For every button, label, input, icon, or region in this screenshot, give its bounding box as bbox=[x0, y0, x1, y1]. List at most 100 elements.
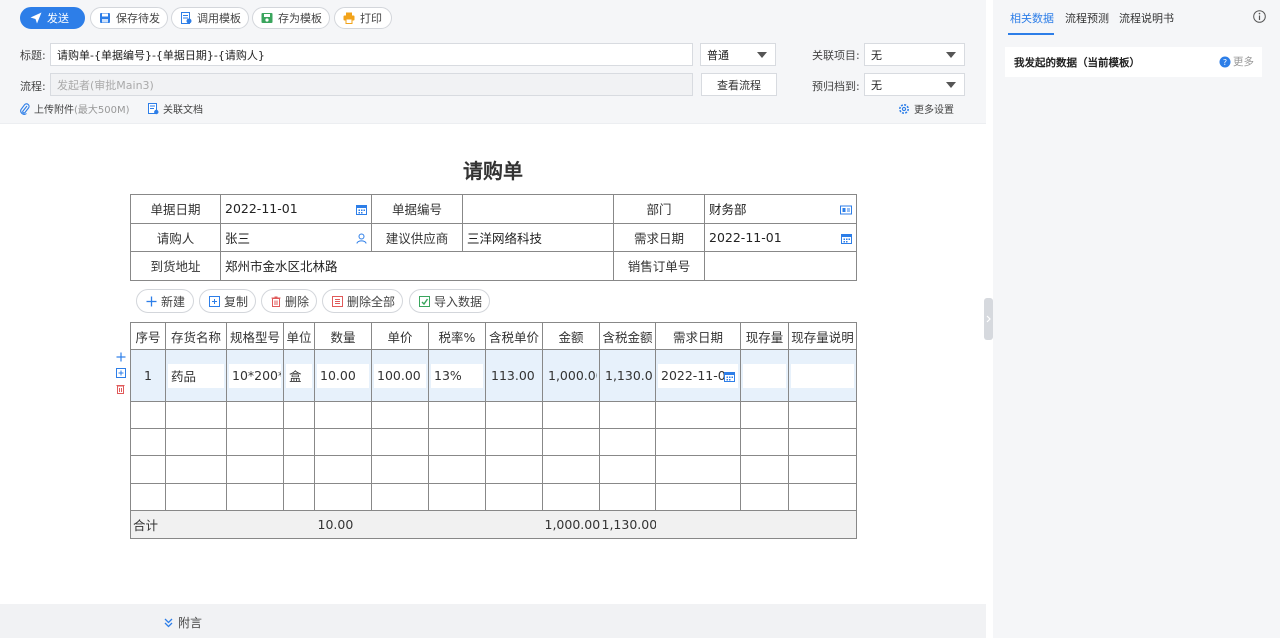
tax-rate-input[interactable]: 13% bbox=[431, 363, 483, 388]
footer-bar: 附言 bbox=[0, 604, 986, 638]
title-label: 标题: bbox=[20, 49, 46, 62]
view-flow-button[interactable]: 查看流程 bbox=[701, 73, 777, 96]
more-settings-link[interactable]: 更多设置 bbox=[898, 101, 954, 116]
more-settings-label: 更多设置 bbox=[914, 105, 954, 116]
price-input[interactable]: 100.00 bbox=[374, 363, 426, 388]
table-row[interactable]: 1 药品 10*200*5 盒 10.00 100.00 13% 113.00 … bbox=[130, 349, 857, 402]
dept-field[interactable]: 财务部 bbox=[704, 194, 857, 224]
new-row-button[interactable]: 新建 bbox=[136, 289, 194, 313]
save-template-button[interactable]: 存为模板 bbox=[252, 7, 330, 29]
supplier-label: 建议供应商 bbox=[371, 222, 463, 253]
header-panel: 发送 保存待发 调用模板 存为模板 打印 标题: 请购单-{单据编号}-{单据日… bbox=[0, 0, 986, 124]
address-field[interactable]: 郑州市金水区北林路 bbox=[220, 251, 614, 281]
trash-icon[interactable] bbox=[116, 383, 125, 397]
delete-row-label: 删除 bbox=[285, 294, 310, 309]
priority-select[interactable]: 普通 bbox=[700, 43, 776, 66]
related-project-select[interactable]: 无 bbox=[864, 43, 965, 66]
insert-row-icon[interactable] bbox=[116, 351, 126, 365]
table-row[interactable] bbox=[130, 400, 857, 430]
detail-table: 序号 存货名称 规格型号 单位 数量 单价 税率% 含税单价 金额 含税金额 需… bbox=[130, 322, 857, 539]
department-icon[interactable] bbox=[840, 203, 852, 218]
related-doc-link[interactable]: 关联文档 bbox=[148, 101, 203, 116]
table-row[interactable] bbox=[130, 428, 857, 457]
save-draft-label: 保存待发 bbox=[116, 12, 160, 25]
stock-cell[interactable] bbox=[740, 349, 789, 402]
requester-field[interactable]: 张三 bbox=[220, 222, 372, 253]
print-label: 打印 bbox=[360, 12, 382, 25]
chevron-down-icon bbox=[946, 52, 956, 58]
print-button[interactable]: 打印 bbox=[334, 7, 392, 29]
stock-input[interactable] bbox=[743, 363, 786, 388]
item-name-input[interactable]: 药品 bbox=[168, 363, 224, 388]
form-title: 请购单 bbox=[463, 159, 523, 183]
import-data-button[interactable]: 导入数据 bbox=[409, 289, 490, 313]
spec-cell[interactable]: 10*200*5 bbox=[226, 349, 284, 402]
doc-no-label: 单据编号 bbox=[371, 194, 463, 224]
priority-value: 普通 bbox=[707, 48, 729, 62]
info-icon[interactable] bbox=[1253, 10, 1266, 26]
related-data-card: 我发起的数据（当前模板） ? 更多 bbox=[1005, 47, 1262, 77]
sales-order-field[interactable] bbox=[704, 251, 857, 281]
calendar-icon[interactable] bbox=[724, 369, 735, 385]
chevron-down-icon bbox=[757, 52, 767, 58]
col-header: 数量 bbox=[314, 322, 372, 350]
chevron-right-icon bbox=[986, 312, 991, 326]
dept-value: 财务部 bbox=[709, 202, 747, 218]
tax-price-cell: 113.00 bbox=[485, 349, 543, 402]
send-button[interactable]: 发送 bbox=[20, 7, 85, 29]
unit-input[interactable]: 盒 bbox=[286, 363, 312, 388]
dept-label: 部门 bbox=[613, 194, 705, 224]
total-row: 合计 10.00 1,000.00 1,130.00 bbox=[130, 509, 857, 539]
col-header: 存货名称 bbox=[165, 322, 227, 350]
total-tax-amount: 1,130.00 bbox=[599, 509, 656, 539]
copy-row-icon[interactable] bbox=[116, 367, 126, 381]
double-chevron-down-icon bbox=[164, 618, 173, 628]
use-template-button[interactable]: 调用模板 bbox=[171, 7, 249, 29]
unit-cell[interactable]: 盒 bbox=[283, 349, 315, 402]
qty-cell[interactable]: 10.00 bbox=[314, 349, 372, 402]
doc-no-field[interactable] bbox=[462, 194, 614, 224]
tax-rate-cell[interactable]: 13% bbox=[428, 349, 486, 402]
delete-all-button[interactable]: 删除全部 bbox=[322, 289, 403, 313]
remark-toggle[interactable]: 附言 bbox=[164, 614, 202, 631]
doc-date-field[interactable]: 2022-11-01 bbox=[220, 194, 372, 224]
need-date-field[interactable]: 2022-11-01 bbox=[704, 222, 857, 253]
supplier-field[interactable]: 三洋网络科技 bbox=[462, 222, 614, 253]
panel-splitter[interactable] bbox=[984, 298, 993, 340]
delete-row-button[interactable]: 删除 bbox=[261, 289, 317, 313]
calendar-icon[interactable] bbox=[841, 232, 852, 247]
title-input[interactable]: 请购单-{单据编号}-{单据日期}-{请购人} bbox=[50, 43, 693, 66]
need-date-cell[interactable]: 2022-11-01 bbox=[655, 349, 741, 402]
stock-note-cell[interactable] bbox=[788, 349, 857, 402]
table-row[interactable] bbox=[130, 482, 857, 511]
upload-attachment-link[interactable]: 上传附件 (最大500M) bbox=[20, 101, 130, 116]
user-icon[interactable] bbox=[356, 232, 367, 247]
more-link[interactable]: ? 更多 bbox=[1219, 54, 1254, 69]
archive-value: 无 bbox=[871, 78, 882, 92]
save-draft-button[interactable]: 保存待发 bbox=[90, 7, 168, 29]
qty-input[interactable]: 10.00 bbox=[317, 363, 369, 388]
price-cell[interactable]: 100.00 bbox=[371, 349, 429, 402]
tab-related-data[interactable]: 相关数据 bbox=[1010, 10, 1054, 26]
flow-label: 流程: bbox=[20, 80, 46, 93]
archive-select[interactable]: 无 bbox=[864, 73, 965, 96]
card-title: 我发起的数据（当前模板） bbox=[1014, 57, 1140, 69]
plus-icon bbox=[146, 296, 157, 307]
calendar-icon[interactable] bbox=[356, 203, 367, 218]
copy-row-button[interactable]: 复制 bbox=[199, 289, 256, 313]
trash-icon bbox=[271, 296, 281, 307]
doc-date-label: 单据日期 bbox=[130, 194, 221, 224]
tax-amount-value: 1,130.00 bbox=[605, 368, 653, 383]
spec-input[interactable]: 10*200*5 bbox=[229, 363, 281, 388]
main-area: 发送 保存待发 调用模板 存为模板 打印 标题: 请购单-{单据编号}-{单据日… bbox=[0, 0, 986, 638]
tab-flow-forecast[interactable]: 流程预测 bbox=[1065, 10, 1109, 26]
flow-input[interactable]: 发起者(审批Main3) bbox=[50, 73, 693, 96]
stock-note-input[interactable] bbox=[791, 363, 854, 388]
tab-flow-manual[interactable]: 流程说明书 bbox=[1119, 10, 1174, 26]
need-date-text: 2022-11-01 bbox=[661, 368, 734, 383]
item-name-cell[interactable]: 药品 bbox=[165, 349, 227, 402]
related-project-value: 无 bbox=[871, 48, 882, 62]
table-row[interactable] bbox=[130, 455, 857, 484]
need-date-input[interactable]: 2022-11-01 bbox=[658, 363, 738, 388]
total-amount: 1,000.00 bbox=[542, 509, 600, 539]
